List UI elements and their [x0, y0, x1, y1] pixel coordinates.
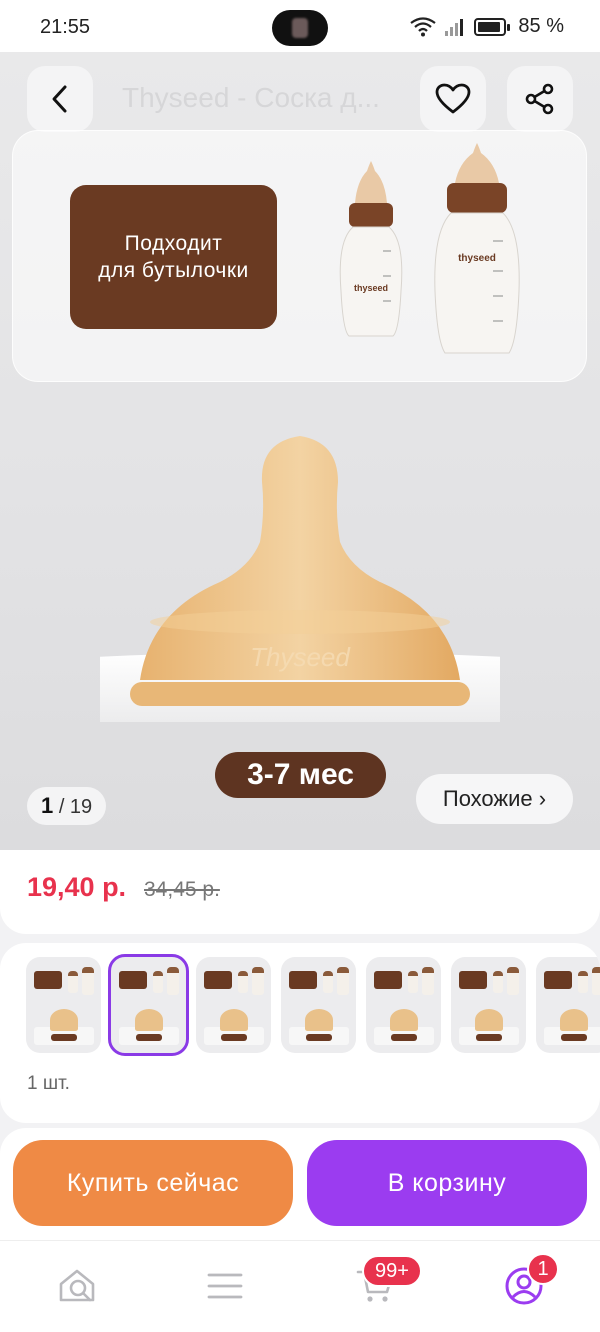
thumbnail-part — [323, 971, 333, 993]
thumbnail-part — [578, 971, 588, 993]
status-icons: 85 % — [410, 15, 564, 38]
variant-thumbnail[interactable] — [451, 957, 526, 1053]
variant-thumbnail[interactable] — [366, 957, 441, 1053]
thumbnail-part — [476, 1034, 502, 1041]
thumbnail-part — [135, 1009, 163, 1031]
thumbnail-part — [544, 971, 572, 989]
thumbnail-part — [560, 1009, 588, 1031]
thumbnail-part — [82, 967, 94, 995]
battery-level: 85 % — [518, 15, 564, 37]
profile-badge: 1 — [527, 1253, 559, 1285]
action-bar: Купить сейчас В корзину — [0, 1128, 600, 1240]
variant-thumbnail[interactable] — [26, 957, 101, 1053]
fit-label-line2: для бутылочки — [98, 259, 249, 282]
similar-button[interactable]: Похожие › — [416, 774, 573, 824]
thumbnail-part — [289, 971, 317, 989]
camera-cutout — [272, 10, 328, 46]
buy-now-button[interactable]: Купить сейчас — [13, 1140, 293, 1226]
battery-icon — [474, 17, 511, 36]
variant-thumbnail[interactable] — [196, 957, 271, 1053]
thumbnail-part — [422, 967, 434, 995]
thumbnail-part — [337, 967, 349, 995]
thumbnail-part — [475, 1009, 503, 1031]
thumbnail-part — [34, 971, 62, 989]
thumbnail-part — [374, 971, 402, 989]
thumbnail-part — [51, 1034, 77, 1041]
thumbnail-part — [167, 967, 179, 995]
fit-label-line1: Подходит — [124, 232, 223, 255]
thumbnail-part — [119, 971, 147, 989]
header-title: Thyseed - Соска д... — [122, 82, 380, 113]
chevron-left-icon — [52, 85, 67, 113]
svg-text:thyseed: thyseed — [354, 283, 388, 293]
thumbnail-part — [408, 971, 418, 993]
nav-home[interactable] — [52, 1261, 102, 1311]
thumbnail-part — [305, 1009, 333, 1031]
page-total: / 19 — [58, 796, 93, 818]
current-price: 19,40 р. — [27, 872, 127, 902]
status-time: 21:55 — [40, 16, 91, 38]
thumbnail-part — [390, 1009, 418, 1031]
bottles-image: thyseed thyseed — [339, 143, 520, 354]
variant-thumbnail[interactable] — [536, 957, 600, 1053]
thumbnail-part — [391, 1034, 417, 1041]
thumbnail-part — [561, 1034, 587, 1041]
share-icon — [525, 83, 554, 115]
favorite-button[interactable] — [420, 66, 486, 132]
heart-icon — [435, 83, 471, 114]
page-current: 1 — [41, 793, 54, 818]
thumbnail-part — [238, 971, 248, 993]
home-search-icon — [59, 1269, 95, 1302]
thumbnail-part — [153, 971, 163, 993]
quantity-label: 1 шт. — [27, 1073, 70, 1094]
thumbnail-part — [252, 967, 264, 995]
nav-catalog[interactable] — [200, 1261, 250, 1311]
page-indicator: 1 / 19 — [27, 787, 107, 825]
bottom-nav — [0, 1240, 600, 1332]
thumbnail-part — [204, 971, 232, 989]
thumbnail-part — [220, 1009, 248, 1031]
menu-icon — [207, 1273, 243, 1299]
variant-thumbnail[interactable] — [108, 954, 189, 1056]
variant-thumbnail[interactable] — [281, 957, 356, 1053]
signal-icon — [445, 18, 464, 36]
variants-card: 1 шт. — [0, 943, 600, 1123]
status-bar: 21:55 85 % — [0, 0, 600, 52]
thumbnail-part — [493, 971, 503, 993]
thumbnail-part — [507, 967, 519, 995]
svg-text:Thyseed: Thyseed — [250, 642, 351, 672]
thumbnail-part — [50, 1009, 78, 1031]
thumbnail-part — [306, 1034, 332, 1041]
back-button[interactable] — [27, 66, 93, 132]
share-button[interactable] — [507, 66, 573, 132]
thumbnail-part — [221, 1034, 247, 1041]
variant-thumbnails — [26, 954, 600, 1056]
bottle-compat-card: Подходит для бутылочки thyseed thyseed — [12, 130, 587, 382]
svg-text:thyseed: thyseed — [458, 253, 496, 264]
add-to-cart-button[interactable]: В корзину — [307, 1140, 587, 1226]
age-badge: 3-7 мес — [215, 752, 386, 798]
nipple-image: Thyseed — [100, 436, 500, 722]
thumbnail-part — [136, 1034, 162, 1041]
fit-label: Подходит для бутылочки — [70, 185, 277, 329]
cart-badge: 99+ — [362, 1255, 422, 1287]
product-gallery[interactable]: Thyseed - Соска д... Подходит для бутыло… — [0, 52, 600, 850]
old-price: 34,45 р. — [144, 878, 220, 901]
thumbnail-part — [459, 971, 487, 989]
wifi-icon — [410, 16, 437, 36]
thumbnail-part — [68, 971, 78, 993]
price-card: 19,40 р. 34,45 р. — [0, 850, 600, 934]
thumbnail-part — [592, 967, 600, 995]
